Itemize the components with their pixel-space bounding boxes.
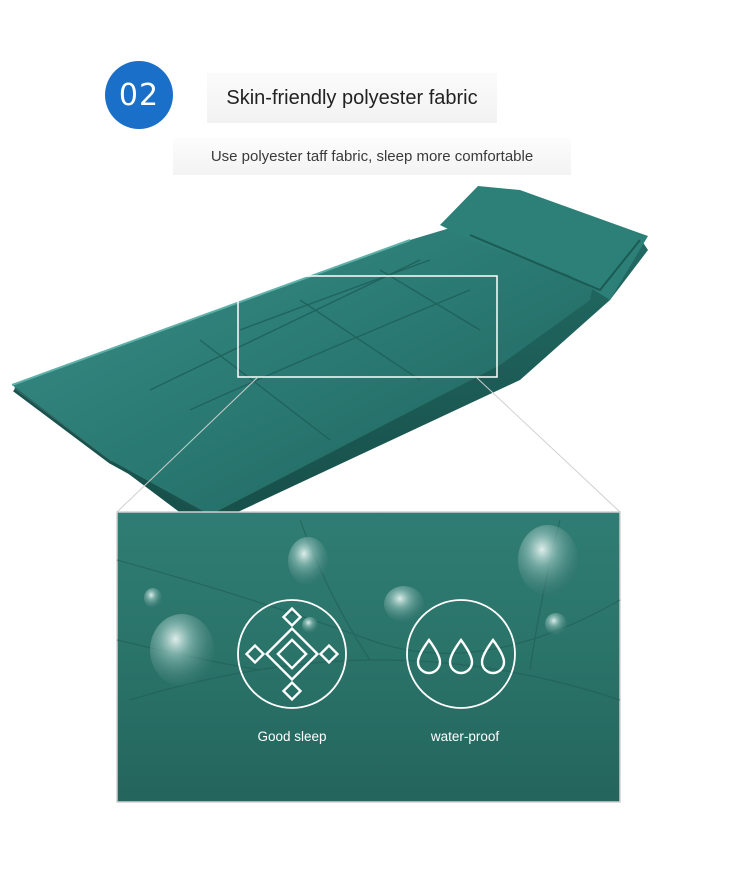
section-number-badge: 02 xyxy=(105,61,173,129)
product-photo xyxy=(11,186,648,803)
feature-label-good-sleep: Good sleep xyxy=(257,729,327,744)
feature-label-water-proof: water-proof xyxy=(430,729,500,744)
section-title: Skin-friendly polyester fabric xyxy=(207,73,497,123)
section-subtitle: Use polyester taff fabric, sleep more co… xyxy=(173,137,571,175)
